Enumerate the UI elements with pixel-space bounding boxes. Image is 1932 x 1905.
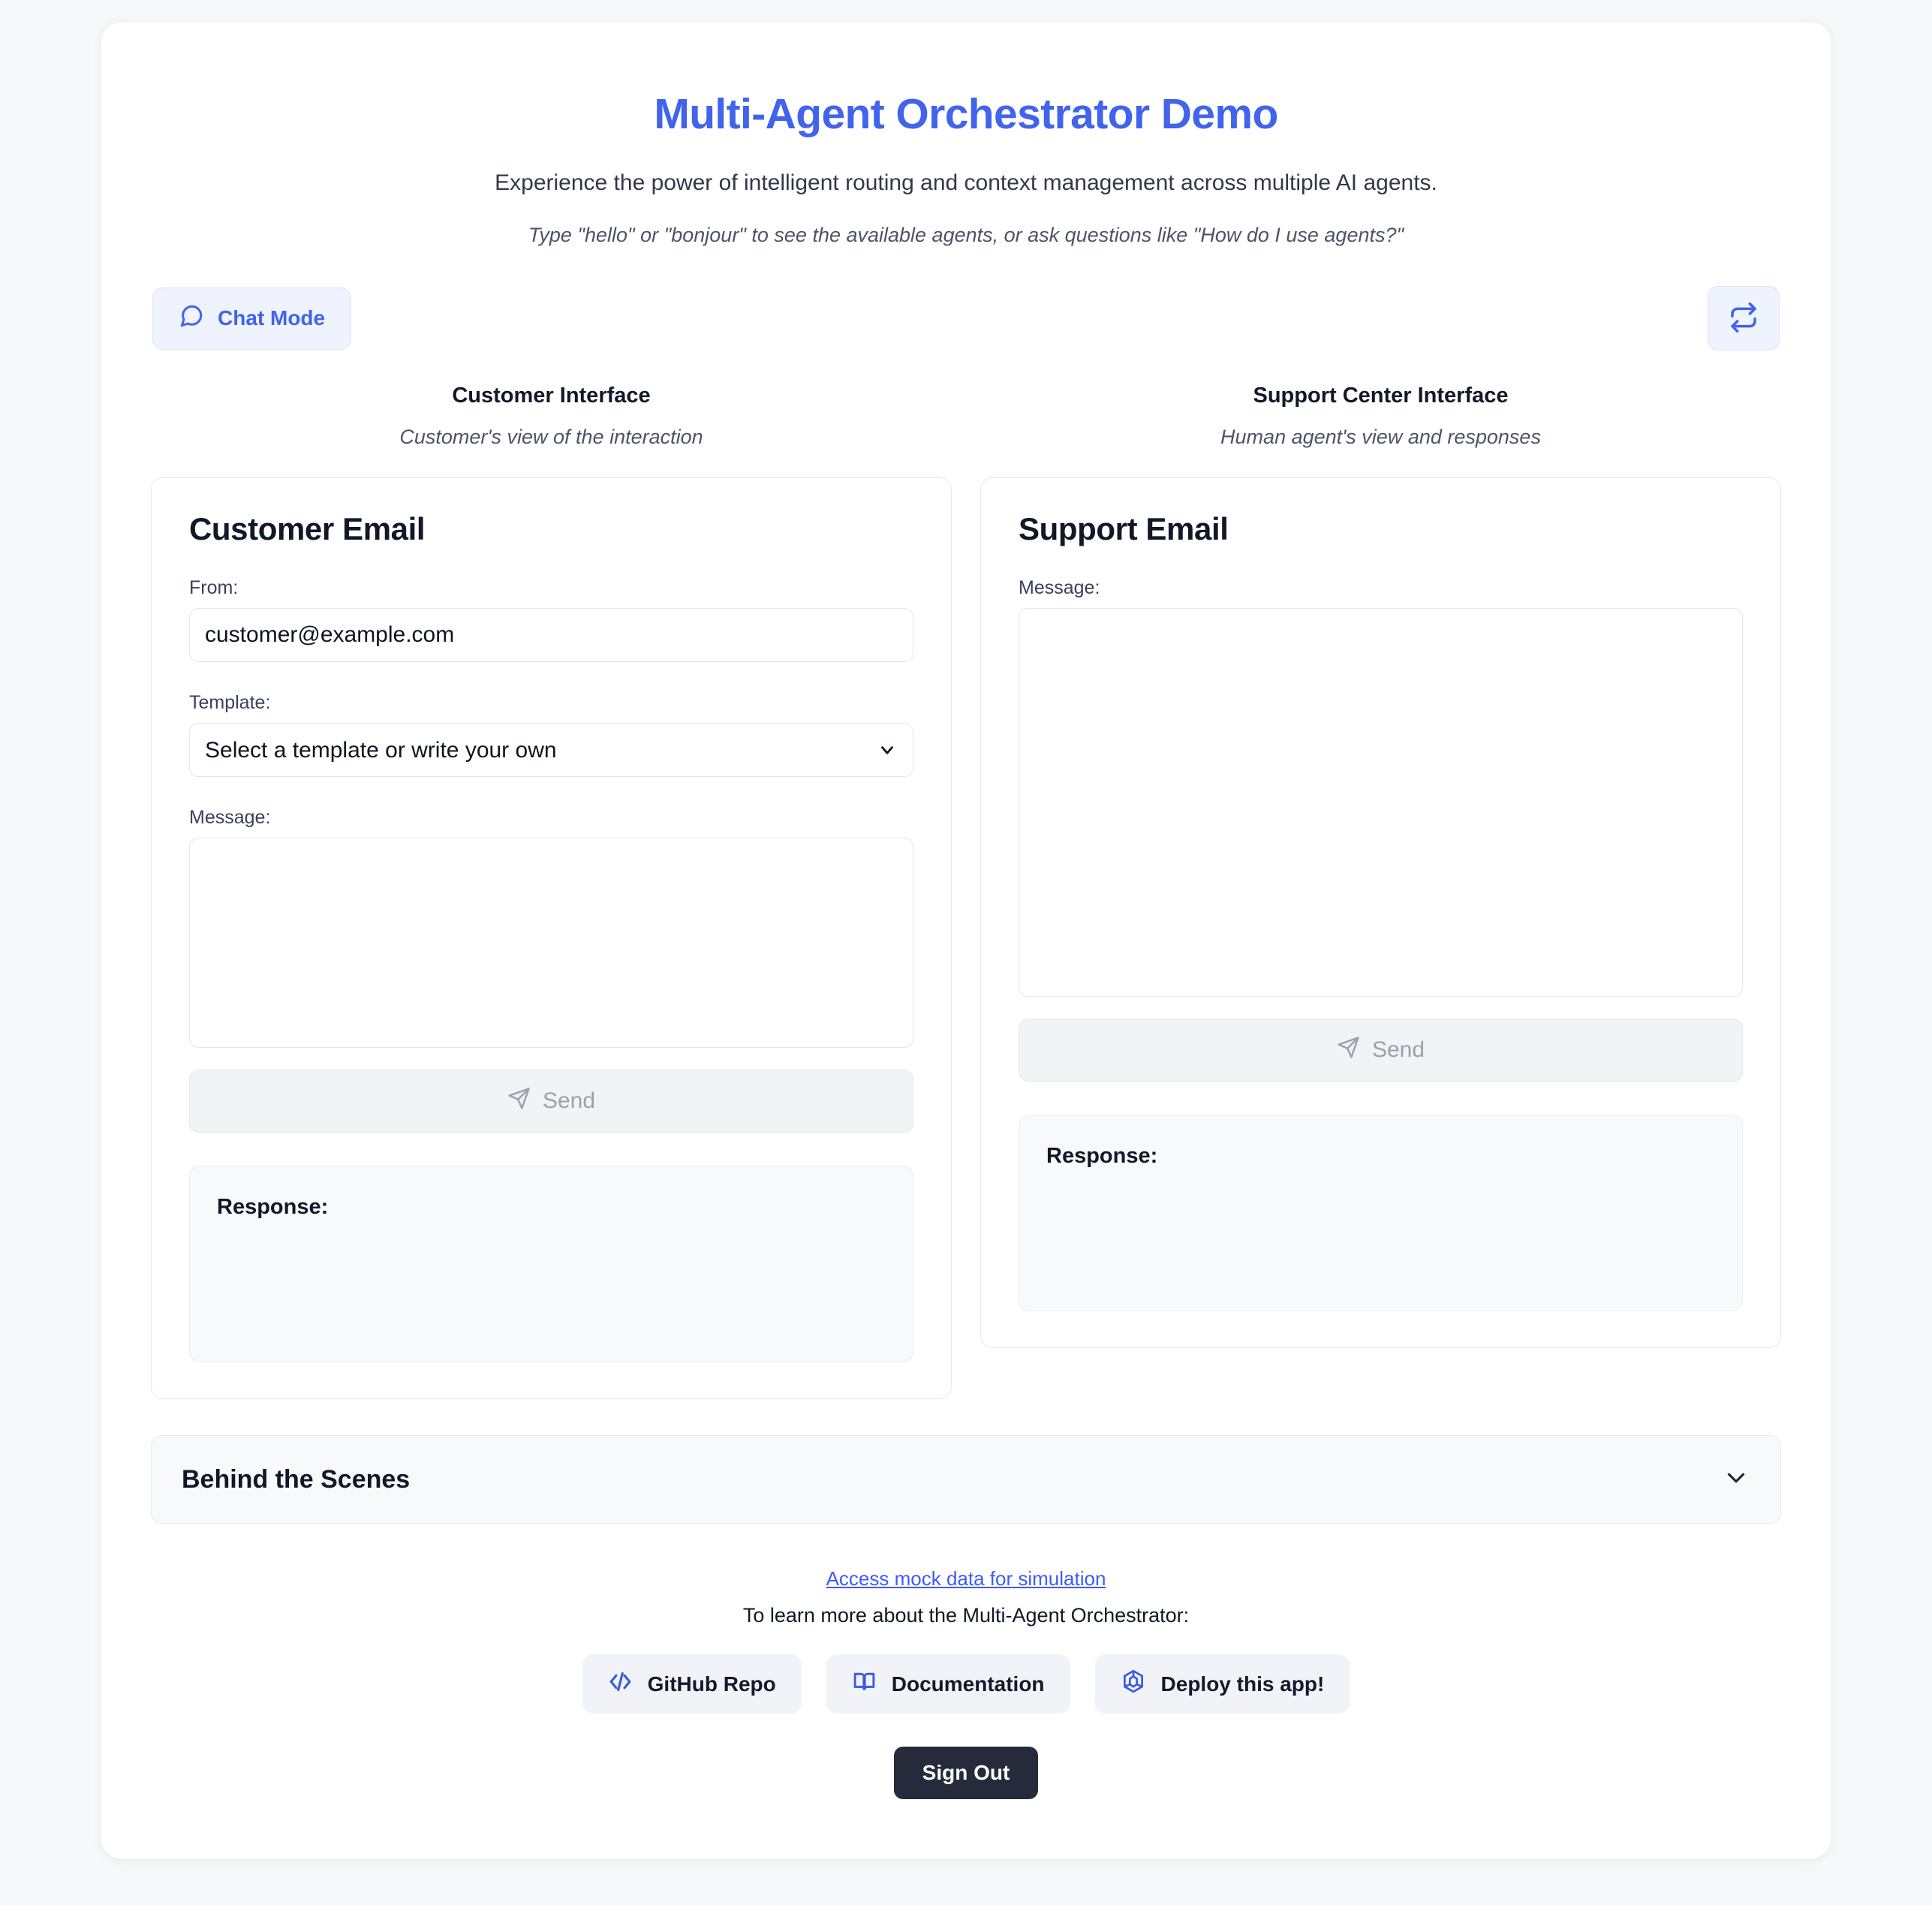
template-label: Template:: [189, 692, 271, 713]
footer-link-row: GitHub Repo Documentation Deploy this ap…: [151, 1654, 1781, 1714]
learn-more-text: To learn more about the Multi-Agent Orch…: [742, 1604, 1190, 1627]
customer-pane-header: Customer Interface Customer's view of th…: [151, 384, 952, 449]
code-brackets-icon: [608, 1669, 633, 1699]
support-pane-title: Support Center Interface: [1253, 384, 1509, 408]
template-select[interactable]: Select a template or write your own: [189, 723, 913, 777]
customer-message-textarea[interactable]: [189, 838, 913, 1048]
customer-pane: Customer Interface Customer's view of th…: [151, 384, 952, 1399]
mode-toolbar: Chat Mode: [151, 286, 1781, 351]
support-message-label: Message:: [1019, 577, 1100, 598]
page-background: Multi-Agent Orchestrator Demo Experience…: [0, 0, 1932, 1905]
github-repo-button[interactable]: GitHub Repo: [582, 1654, 802, 1714]
customer-send-button[interactable]: Send: [189, 1070, 913, 1133]
customer-message-label: Message:: [189, 807, 271, 828]
from-label: From:: [189, 577, 239, 598]
documentation-button[interactable]: Documentation: [826, 1654, 1070, 1714]
package-box-icon: [1121, 1669, 1146, 1699]
customer-email-title: Customer Email: [189, 511, 426, 546]
support-send-label: Send: [1371, 1037, 1425, 1062]
mock-data-link[interactable]: Access mock data for simulation: [826, 1567, 1106, 1591]
from-input[interactable]: [189, 608, 913, 662]
chat-mode-button[interactable]: Chat Mode: [152, 287, 352, 350]
deploy-app-button[interactable]: Deploy this app!: [1094, 1654, 1350, 1714]
documentation-label: Documentation: [891, 1672, 1045, 1696]
app-container: Multi-Agent Orchestrator Demo Experience…: [101, 23, 1831, 1858]
refresh-button[interactable]: [1708, 286, 1780, 351]
support-response-label: Response:: [1046, 1144, 1158, 1168]
deploy-app-label: Deploy this app!: [1160, 1672, 1325, 1696]
customer-email-card: Customer Email From: Template: Select a …: [151, 477, 952, 1399]
customer-response-box: Response:: [189, 1166, 913, 1362]
support-pane: Support Center Interface Human agent's v…: [980, 384, 1781, 1399]
support-pane-subtitle: Human agent's view and responses: [1220, 426, 1541, 448]
support-email-card: Support Email Message: Send Response:: [980, 477, 1781, 1348]
sign-out-wrapper: Sign Out: [151, 1747, 1781, 1799]
paper-plane-icon: [507, 1087, 531, 1116]
interface-panes: Customer Interface Customer's view of th…: [151, 384, 1781, 1399]
support-email-title: Support Email: [1019, 511, 1229, 546]
paper-plane-icon: [1337, 1036, 1360, 1065]
support-response-box: Response:: [1019, 1115, 1743, 1311]
sign-out-button[interactable]: Sign Out: [893, 1747, 1039, 1799]
chat-mode-label: Chat Mode: [218, 306, 326, 330]
customer-pane-title: Customer Interface: [452, 384, 651, 408]
template-select-wrapper: Select a template or write your own: [189, 723, 913, 777]
github-repo-label: GitHub Repo: [647, 1672, 776, 1696]
refresh-icon: [1729, 302, 1759, 335]
footer: Access mock data for simulation To learn…: [151, 1567, 1781, 1799]
page-hint: Type "hello" or "bonjour" to see the ava…: [528, 224, 1404, 246]
support-pane-header: Support Center Interface Human agent's v…: [980, 384, 1781, 449]
open-book-icon: [852, 1669, 877, 1699]
support-message-textarea[interactable]: [1019, 608, 1743, 997]
customer-send-label: Send: [542, 1088, 596, 1113]
chevron-down-icon: [1722, 1464, 1750, 1496]
behind-the-scenes-accordion[interactable]: Behind the Scenes: [151, 1435, 1781, 1524]
customer-pane-subtitle: Customer's view of the interaction: [399, 426, 703, 448]
customer-response-label: Response:: [217, 1195, 329, 1219]
accordion-title: Behind the Scenes: [182, 1464, 411, 1494]
support-send-button[interactable]: Send: [1019, 1019, 1743, 1082]
chat-bubble-icon: [179, 303, 204, 334]
page-title: Multi-Agent Orchestrator Demo: [654, 90, 1278, 138]
page-subtitle: Experience the power of intelligent rout…: [495, 170, 1437, 195]
